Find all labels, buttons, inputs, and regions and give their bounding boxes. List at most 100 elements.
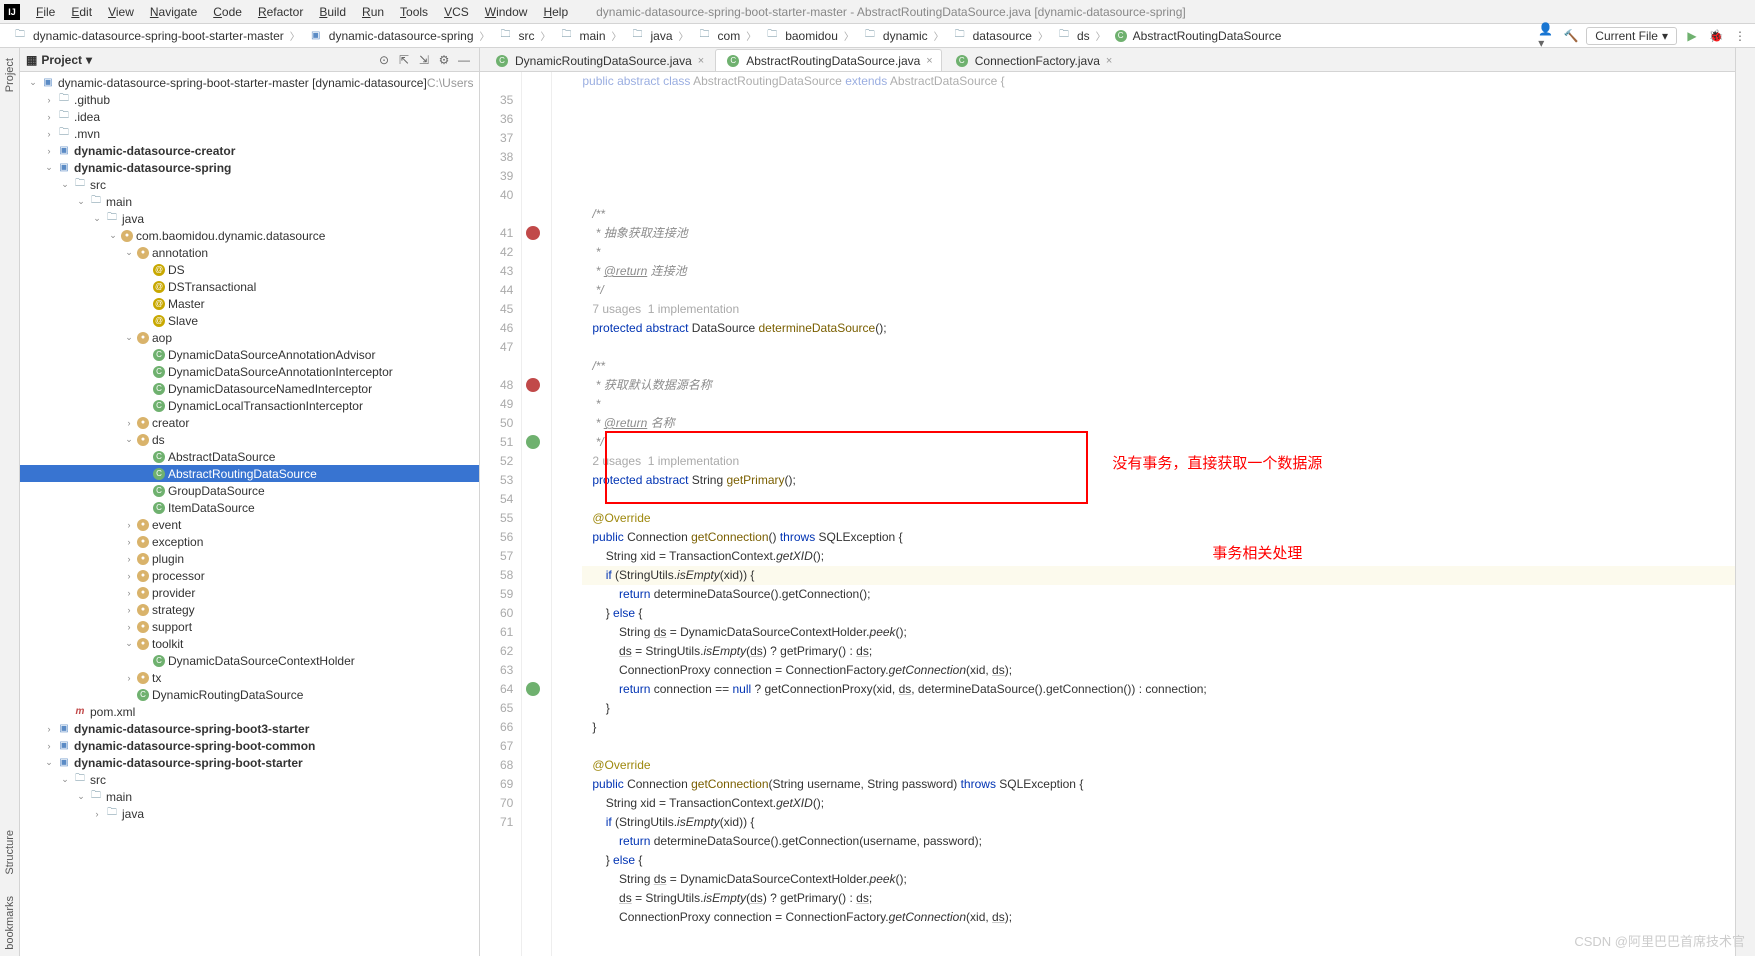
tree-item[interactable]: ›▣dynamic-datasource-creator — [20, 142, 479, 159]
marker-gutter — [522, 72, 552, 956]
code-editor[interactable]: 3536373839404142434445464748495051525354… — [480, 72, 1735, 956]
tree-item[interactable]: CDynamicDataSourceContextHolder — [20, 652, 479, 669]
annotation-note-2: 事务相关处理 — [1212, 544, 1302, 563]
tree-item[interactable]: CDynamicDataSourceAnnotationInterceptor — [20, 363, 479, 380]
tree-item[interactable]: @DS — [20, 261, 479, 278]
crumb-dynamic[interactable]: 🗀dynamic — [856, 29, 932, 43]
editor-area: CDynamicRoutingDataSource.java×CAbstract… — [480, 48, 1735, 956]
tree-item[interactable]: ›●provider — [20, 584, 479, 601]
collapse-all-icon[interactable]: ⇲ — [415, 51, 433, 69]
menu-file[interactable]: File — [28, 5, 63, 19]
user-icon[interactable]: 👤▾ — [1538, 27, 1556, 45]
menu-run[interactable]: Run — [354, 5, 392, 19]
tree-item[interactable]: ›●strategy — [20, 601, 479, 618]
tree-item[interactable]: ⌄●ds — [20, 431, 479, 448]
menubar: IJ FileEditViewNavigateCodeRefactorBuild… — [0, 0, 1755, 24]
tree-item[interactable]: ›●event — [20, 516, 479, 533]
build-icon[interactable]: 🔨 — [1562, 27, 1580, 45]
tree-item[interactable]: ›▣dynamic-datasource-spring-boot-common — [20, 737, 479, 754]
breadcrumb: 🗀dynamic-datasource-spring-boot-starter-… — [6, 28, 1285, 43]
more-icon[interactable]: ⋮ — [1731, 27, 1749, 45]
bookmarks-tool-tab[interactable]: bookmarks — [2, 890, 18, 956]
menu-build[interactable]: Build — [311, 5, 354, 19]
crumb-com[interactable]: 🗀com — [691, 29, 745, 43]
tree-item[interactable]: ⌄🗀main — [20, 788, 479, 805]
tree-item[interactable]: ›🗀.idea — [20, 108, 479, 125]
tree-item[interactable]: ⌄●com.baomidou.dynamic.datasource — [20, 227, 479, 244]
menu-edit[interactable]: Edit — [63, 5, 100, 19]
tree-item[interactable]: CDynamicDatasourceNamedInterceptor — [20, 380, 479, 397]
crumb-dynamic-datasource-spring-boot-starter-master[interactable]: 🗀dynamic-datasource-spring-boot-starter-… — [6, 29, 288, 43]
tree-item[interactable]: ›●support — [20, 618, 479, 635]
editor-tab[interactable]: CAbstractRoutingDataSource.java× — [715, 49, 942, 71]
tree-item[interactable]: ›🗀.mvn — [20, 125, 479, 142]
tree-item[interactable]: CDynamicRoutingDataSource — [20, 686, 479, 703]
project-tree[interactable]: ⌄▣dynamic-datasource-spring-boot-starter… — [20, 72, 479, 956]
tree-item[interactable]: ⌄●annotation — [20, 244, 479, 261]
tree-item[interactable]: ›●tx — [20, 669, 479, 686]
tree-item[interactable]: ⌄▣dynamic-datasource-spring-boot-starter… — [20, 74, 479, 91]
tree-item[interactable]: ›●plugin — [20, 550, 479, 567]
crumb-baomidou[interactable]: 🗀baomidou — [758, 29, 842, 43]
debug-icon[interactable]: 🐞 — [1707, 27, 1725, 45]
tree-item[interactable]: ⌄▣dynamic-datasource-spring-boot-starter — [20, 754, 479, 771]
select-opened-icon[interactable]: ⊙ — [375, 51, 393, 69]
tree-item[interactable]: ⌄▣dynamic-datasource-spring — [20, 159, 479, 176]
menu-tools[interactable]: Tools — [392, 5, 436, 19]
menu-view[interactable]: View — [100, 5, 142, 19]
tree-item[interactable]: CItemDataSource — [20, 499, 479, 516]
crumb-main[interactable]: 🗀main — [553, 29, 610, 43]
tree-item[interactable]: @Slave — [20, 312, 479, 329]
tree-item[interactable]: CDynamicLocalTransactionInterceptor — [20, 397, 479, 414]
crumb-datasource[interactable]: 🗀datasource — [946, 29, 1036, 43]
tree-item[interactable]: CGroupDataSource — [20, 482, 479, 499]
tree-item[interactable]: ⌄🗀src — [20, 176, 479, 193]
project-tool-tab[interactable]: Project — [2, 52, 18, 98]
annotation-note-1: 没有事务，直接获取一个数据源 — [1112, 454, 1322, 473]
watermark: CSDN @阿里巴巴首席技术官 — [1574, 931, 1745, 950]
settings-icon[interactable]: ⚙ — [435, 51, 453, 69]
tree-item[interactable]: ›●creator — [20, 414, 479, 431]
crumb-src[interactable]: 🗀src — [492, 29, 539, 43]
panel-title: ▦ Project ▾ — [26, 53, 92, 67]
crumb-AbstractRoutingDataSource[interactable]: CAbstractRoutingDataSource — [1108, 29, 1286, 43]
tree-item[interactable]: ⌄🗀src — [20, 771, 479, 788]
menu-code[interactable]: Code — [205, 5, 250, 19]
hide-icon[interactable]: — — [455, 51, 473, 69]
menu-navigate[interactable]: Navigate — [142, 5, 205, 19]
structure-tool-tab[interactable]: Structure — [2, 824, 18, 881]
chevron-down-icon[interactable]: ▾ — [86, 53, 92, 67]
crumb-dynamic-datasource-spring[interactable]: ▣dynamic-datasource-spring — [302, 29, 478, 43]
tree-item[interactable]: CAbstractRoutingDataSource — [20, 465, 479, 482]
expand-all-icon[interactable]: ⇱ — [395, 51, 413, 69]
tree-item[interactable]: CDynamicDataSourceAnnotationAdvisor — [20, 346, 479, 363]
tree-item[interactable]: ›🗀.github — [20, 91, 479, 108]
menu-vcs[interactable]: VCS — [436, 5, 477, 19]
tree-item[interactable]: ›▣dynamic-datasource-spring-boot3-starte… — [20, 720, 479, 737]
close-icon[interactable]: × — [1106, 55, 1112, 67]
crumb-ds[interactable]: 🗀ds — [1050, 29, 1094, 43]
crumb-java[interactable]: 🗀java — [624, 29, 677, 43]
menu-refactor[interactable]: Refactor — [250, 5, 311, 19]
run-config-selector[interactable]: Current File ▾ — [1586, 27, 1677, 45]
tree-item[interactable]: ⌄🗀java — [20, 210, 479, 227]
close-icon[interactable]: × — [926, 55, 932, 67]
menu-window[interactable]: Window — [477, 5, 536, 19]
editor-tab[interactable]: CConnectionFactory.java× — [944, 49, 1122, 71]
tree-item[interactable]: ›●processor — [20, 567, 479, 584]
tree-item[interactable]: mpom.xml — [20, 703, 479, 720]
tree-item[interactable]: ⌄●toolkit — [20, 635, 479, 652]
code-content[interactable]: public abstract class AbstractRoutingDat… — [552, 72, 1735, 956]
tree-item[interactable]: ›●exception — [20, 533, 479, 550]
editor-tab[interactable]: CDynamicRoutingDataSource.java× — [484, 49, 713, 71]
run-icon[interactable]: ▶ — [1683, 27, 1701, 45]
tree-item[interactable]: ⌄●aop — [20, 329, 479, 346]
tree-item[interactable]: CAbstractDataSource — [20, 448, 479, 465]
line-gutter: 3536373839404142434445464748495051525354… — [480, 72, 522, 956]
tree-item[interactable]: ›🗀java — [20, 805, 479, 822]
tree-item[interactable]: ⌄🗀main — [20, 193, 479, 210]
menu-help[interactable]: Help — [535, 5, 576, 19]
tree-item[interactable]: @DSTransactional — [20, 278, 479, 295]
tree-item[interactable]: @Master — [20, 295, 479, 312]
close-icon[interactable]: × — [698, 55, 704, 67]
